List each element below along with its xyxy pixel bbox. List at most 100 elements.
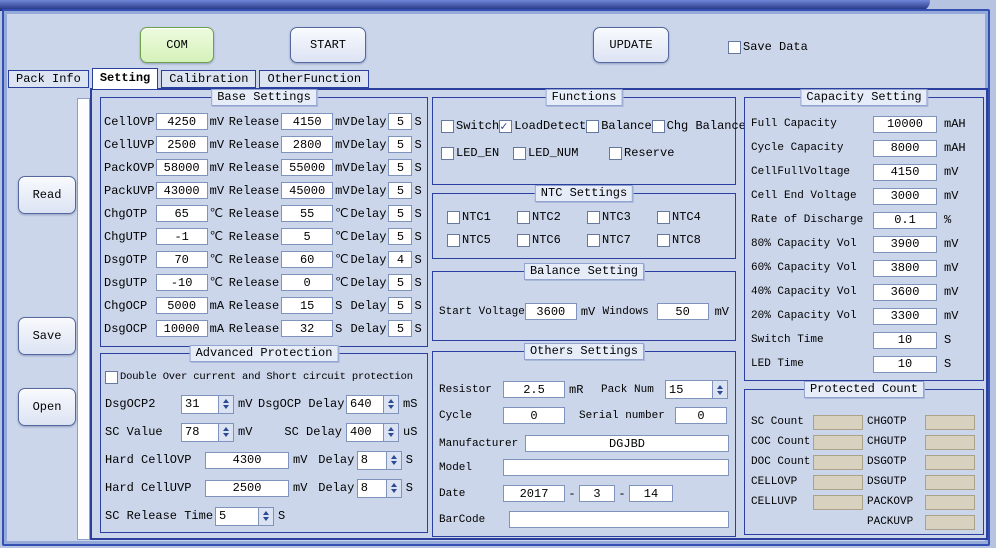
ntc6-checkbox[interactable] [517, 234, 530, 247]
led-num-checkbox[interactable] [513, 147, 526, 160]
release-input[interactable] [281, 205, 333, 222]
release-input[interactable] [281, 113, 333, 130]
tab-setting[interactable]: Setting [92, 68, 158, 90]
spinner-arrows-icon[interactable] [387, 451, 402, 470]
capacity-input[interactable] [873, 332, 937, 349]
com-button[interactable]: COM [140, 27, 214, 63]
release-input[interactable] [281, 228, 333, 245]
release-input[interactable] [281, 297, 333, 314]
value-input[interactable] [156, 113, 208, 130]
hard-celluvp-input[interactable] [205, 480, 289, 497]
sc-delay-input[interactable] [346, 423, 384, 442]
value-input[interactable] [156, 228, 208, 245]
capacity-input[interactable] [873, 236, 937, 253]
manufacturer-input[interactable] [525, 435, 729, 452]
loaddetect-checkbox[interactable] [499, 120, 512, 133]
hard-celluvp-delay-spinner[interactable] [357, 479, 402, 498]
windows-input[interactable] [657, 303, 709, 320]
delay-input[interactable] [388, 320, 412, 337]
sc-release-input[interactable] [215, 507, 259, 526]
delay-input[interactable] [388, 159, 412, 176]
ntc2-checkbox[interactable] [517, 211, 530, 224]
dsgocp2-input[interactable] [181, 395, 219, 414]
release-input[interactable] [281, 182, 333, 199]
delay-input[interactable] [388, 251, 412, 268]
spinner-arrows-icon[interactable] [259, 507, 274, 526]
pack-num-input[interactable] [665, 380, 713, 399]
capacity-input[interactable] [873, 212, 937, 229]
capacity-input[interactable] [873, 308, 937, 325]
cycle-input[interactable] [503, 407, 565, 424]
tab-calibration[interactable]: Calibration [161, 70, 256, 88]
date-month-input[interactable] [579, 485, 615, 502]
sc-delay-spinner[interactable] [346, 423, 399, 442]
value-input[interactable] [156, 320, 208, 337]
release-input[interactable] [281, 159, 333, 176]
capacity-input[interactable] [873, 284, 937, 301]
release-input[interactable] [281, 136, 333, 153]
date-day-input[interactable] [629, 485, 673, 502]
value-input[interactable] [156, 136, 208, 153]
date-year-input[interactable] [503, 485, 565, 502]
delay-input[interactable] [388, 205, 412, 222]
dsgocp-delay-spinner[interactable] [346, 395, 399, 414]
value-input[interactable] [156, 274, 208, 291]
capacity-input[interactable] [873, 188, 937, 205]
delay-input[interactable] [388, 297, 412, 314]
hard-cellovp-delay-input[interactable] [357, 451, 387, 470]
spinner-arrows-icon[interactable] [384, 423, 399, 442]
pack-num-spinner[interactable] [665, 380, 728, 399]
hard-celluvp-delay-input[interactable] [357, 479, 387, 498]
release-input[interactable] [281, 251, 333, 268]
open-button[interactable]: Open [18, 388, 76, 426]
tab-pack-info[interactable]: Pack Info [8, 70, 89, 88]
sc-value-spinner[interactable] [181, 423, 234, 442]
hard-cellovp-delay-spinner[interactable] [357, 451, 402, 470]
value-input[interactable] [156, 205, 208, 222]
capacity-input[interactable] [873, 164, 937, 181]
ntc3-checkbox[interactable] [587, 211, 600, 224]
start-button[interactable]: START [290, 27, 366, 63]
save-data-checkbox[interactable] [728, 41, 741, 54]
delay-input[interactable] [388, 113, 412, 130]
switch-checkbox[interactable] [441, 120, 454, 133]
sc-value-input[interactable] [181, 423, 219, 442]
release-input[interactable] [281, 274, 333, 291]
sc-release-spinner[interactable] [215, 507, 274, 526]
serial-number-input[interactable] [675, 407, 727, 424]
spinner-arrows-icon[interactable] [387, 479, 402, 498]
dsgocp-delay-input[interactable] [346, 395, 384, 414]
led-en-checkbox[interactable] [441, 147, 454, 160]
balance-checkbox[interactable] [586, 120, 599, 133]
start-voltage-input[interactable] [525, 303, 577, 320]
delay-input[interactable] [388, 228, 412, 245]
ntc5-checkbox[interactable] [447, 234, 460, 247]
read-button[interactable]: Read [18, 176, 76, 214]
value-input[interactable] [156, 297, 208, 314]
barcode-input[interactable] [509, 511, 729, 528]
hard-cellovp-input[interactable] [205, 452, 289, 469]
save-button[interactable]: Save [18, 317, 76, 355]
capacity-input[interactable] [873, 116, 937, 133]
delay-input[interactable] [388, 136, 412, 153]
resistor-input[interactable] [503, 381, 565, 398]
ntc7-checkbox[interactable] [587, 234, 600, 247]
ntc8-checkbox[interactable] [657, 234, 670, 247]
value-input[interactable] [156, 159, 208, 176]
ntc1-checkbox[interactable] [447, 211, 460, 224]
tab-otherfunction[interactable]: OtherFunction [259, 70, 369, 88]
double-protection-checkbox[interactable] [105, 371, 118, 384]
spinner-arrows-icon[interactable] [219, 423, 234, 442]
model-input[interactable] [503, 459, 729, 476]
release-input[interactable] [281, 320, 333, 337]
capacity-input[interactable] [873, 260, 937, 277]
delay-input[interactable] [388, 274, 412, 291]
spinner-arrows-icon[interactable] [384, 395, 399, 414]
delay-input[interactable] [388, 182, 412, 199]
update-button[interactable]: UPDATE [593, 27, 669, 63]
spinner-arrows-icon[interactable] [713, 380, 728, 399]
reserve-checkbox[interactable] [609, 147, 622, 160]
spinner-arrows-icon[interactable] [219, 395, 234, 414]
value-input[interactable] [156, 251, 208, 268]
capacity-input[interactable] [873, 356, 937, 373]
